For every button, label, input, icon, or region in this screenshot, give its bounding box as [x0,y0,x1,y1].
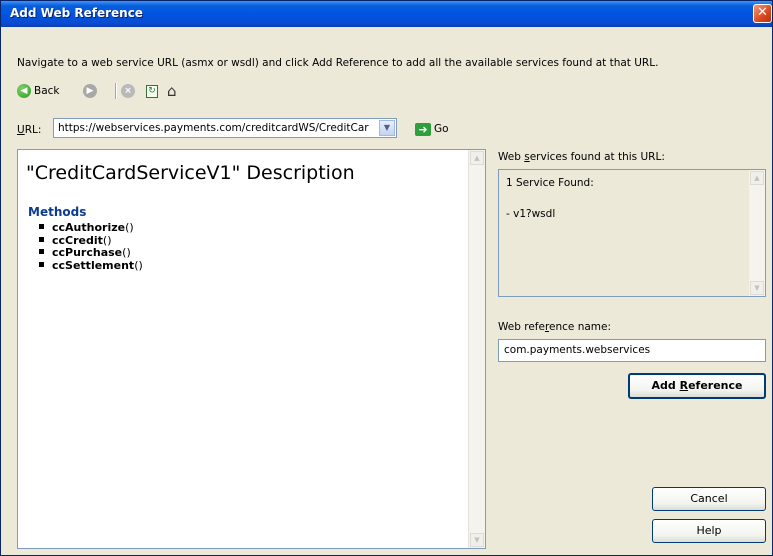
services-count: 1 Service Found: [506,177,594,189]
scroll-up-icon[interactable]: ▲ [750,171,764,185]
bullet-icon [39,224,44,229]
services-scrollbar[interactable]: ▲ ▼ [749,170,765,296]
method-name[interactable]: ccPurchase [52,246,122,259]
add-reference-label-pre: Add [651,379,680,392]
add-reference-label-post: eference [688,379,743,392]
method-parens: () [122,246,131,259]
url-input[interactable]: https://webservices.payments.com/creditc… [58,122,374,134]
method-name[interactable]: ccSettlement [52,259,134,272]
services-label-post: ervices found at this URL: [529,151,665,163]
method-name[interactable]: ccAuthorize [52,221,125,234]
reference-label-post: ence name: [549,321,612,333]
back-button[interactable]: ◀ Back [17,81,60,101]
instruction-text: Navigate to a web service URL (asmx or w… [17,57,659,69]
bullet-icon [39,249,44,254]
stop-icon: × [121,84,135,98]
toolbar-separator [115,83,117,99]
title-bar[interactable]: Add Web Reference ✕ [1,1,772,27]
back-label: Back [34,85,60,97]
reference-name-label: Web reference name: [498,321,611,333]
bullet-icon [39,261,44,267]
url-label-accel: U [17,124,25,136]
service-item[interactable]: - v1?wsdl [506,208,555,220]
add-web-reference-dialog: Add Web Reference ✕ Navigate to a web se… [0,0,773,556]
go-label: Go [434,123,449,135]
services-found-box[interactable]: 1 Service Found: - v1?wsdl ▲ ▼ [498,169,766,297]
url-label-rest: RL: [24,124,42,136]
method-name[interactable]: ccCredit [52,234,103,247]
chevron-down-icon[interactable]: ▼ [379,120,395,136]
scroll-up-icon[interactable]: ▲ [470,151,484,165]
methods-heading: Methods [28,205,87,219]
url-label: URL: [17,124,41,136]
services-label-pre: Web [498,151,525,163]
add-reference-accel: R [679,379,689,392]
help-button[interactable]: Help [652,519,766,543]
method-list: ccAuthorize() ccCredit() ccPurchase() cc… [39,221,143,273]
home-icon: ⌂ [167,82,177,100]
forward-icon: ▶ [83,84,97,98]
method-parens: () [102,233,112,247]
close-icon: ✕ [757,5,768,20]
method-item[interactable]: ccSettlement() [39,258,143,273]
services-found-label: Web services found at this URL: [498,151,665,163]
go-arrow-icon: ➜ [415,122,431,136]
service-description-panel[interactable]: "CreditCardServiceV1" Description Method… [17,149,486,549]
dialog-title: Add Web Reference [10,6,143,20]
home-button[interactable]: ⌂ [167,81,177,101]
method-parens: () [125,221,134,234]
reference-label-pre: Web refe [498,321,545,333]
close-button[interactable]: ✕ [753,4,772,23]
description-title: "CreditCardServiceV1" Description [26,162,355,184]
cancel-button[interactable]: Cancel [652,487,766,511]
method-parens: () [134,258,143,272]
back-icon: ◀ [17,84,31,98]
stop-button[interactable]: × [121,81,135,101]
scroll-down-icon[interactable]: ▼ [750,281,764,295]
scroll-down-icon[interactable]: ▼ [470,533,484,547]
reference-name-input[interactable]: com.payments.webservices [498,339,766,362]
go-button[interactable]: ➜ Go [415,120,449,138]
bullet-icon [39,236,44,242]
refresh-button[interactable]: ↻ [146,81,158,101]
add-reference-button[interactable]: Add Reference [628,373,766,399]
refresh-icon: ↻ [146,84,158,98]
description-scrollbar[interactable]: ▲ ▼ [468,150,485,548]
forward-button[interactable]: ▶ [83,81,97,101]
url-combobox[interactable]: https://webservices.payments.com/creditc… [53,118,397,138]
